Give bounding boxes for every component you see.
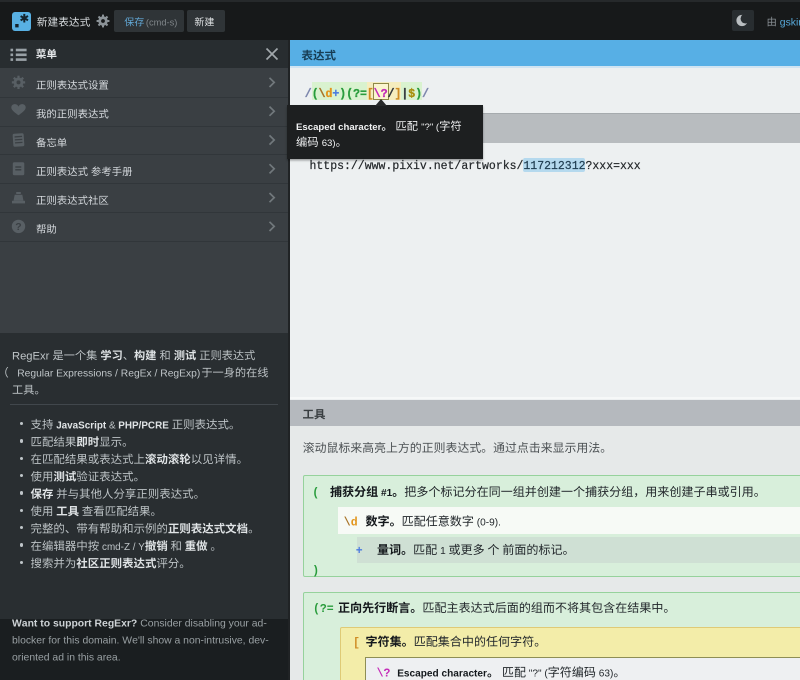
svg-text:https://www.pixiv.net/artworks: https://www.pixiv.net/artworks/ bbox=[310, 160, 524, 173]
svg-text:|: | bbox=[401, 88, 408, 101]
svg-text:RegExr: RegExr bbox=[12, 350, 50, 362]
svg-text:oriented ad in this area.: oriented ad in this area. bbox=[12, 653, 121, 664]
svg-text:Escaped character: Escaped character bbox=[397, 669, 487, 680]
svg-text:"?" (: "?" ( bbox=[421, 122, 440, 133]
svg-text:Want to support RegExr?: Want to support RegExr? bbox=[12, 619, 137, 630]
svg-text:117212312: 117212312 bbox=[523, 160, 585, 173]
svg-text:/: / bbox=[422, 88, 429, 101]
svg-text:JavaScript: JavaScript bbox=[56, 421, 107, 432]
svg-text:): ) bbox=[312, 565, 319, 578]
svg-text:(?=: (?= bbox=[313, 603, 334, 616]
svg-text:d: d bbox=[351, 517, 358, 530]
svg-text:&: & bbox=[109, 421, 116, 432]
svg-text:?: ? bbox=[384, 668, 391, 680]
svg-text:(: ( bbox=[312, 88, 319, 101]
svg-text:Consider disabling your ad-: Consider disabling your ad- bbox=[140, 619, 266, 630]
svg-text:?: ? bbox=[15, 221, 21, 233]
svg-text:gskinner: gskinner bbox=[780, 18, 800, 29]
svg-text:PHP/PCRE: PHP/PCRE bbox=[118, 421, 169, 432]
svg-text:63): 63) bbox=[322, 138, 336, 149]
svg-text:#1: #1 bbox=[381, 488, 393, 499]
svg-text:1: 1 bbox=[440, 546, 446, 557]
svg-text:blocker for this domain. We'll: blocker for this domain. We'll show a no… bbox=[12, 636, 269, 647]
svg-text:[: [ bbox=[353, 637, 360, 650]
svg-text:63): 63) bbox=[599, 669, 614, 680]
svg-text:+: + bbox=[356, 545, 363, 558]
svg-text:"?" (: "?" ( bbox=[529, 669, 549, 680]
svg-text:Escaped character: Escaped character bbox=[296, 122, 382, 133]
svg-text:Regular Expressions / RegEx /: Regular Expressions / RegEx / RegExp) bbox=[17, 369, 200, 380]
svg-text:]: ] bbox=[395, 88, 402, 101]
svg-text:cmd-Z / Y: cmd-Z / Y bbox=[102, 542, 145, 553]
svg-text:(: ( bbox=[312, 487, 319, 500]
svg-text:(0-9).: (0-9). bbox=[477, 518, 501, 529]
svg-text:): ) bbox=[339, 88, 346, 101]
svg-text:(: ( bbox=[346, 88, 353, 101]
svg-text:(cmd-s): (cmd-s) bbox=[146, 18, 178, 28]
svg-text:[: [ bbox=[367, 88, 374, 101]
svg-text:): ) bbox=[415, 88, 422, 101]
svg-text:?xxx=xxx: ?xxx=xxx bbox=[586, 160, 641, 173]
